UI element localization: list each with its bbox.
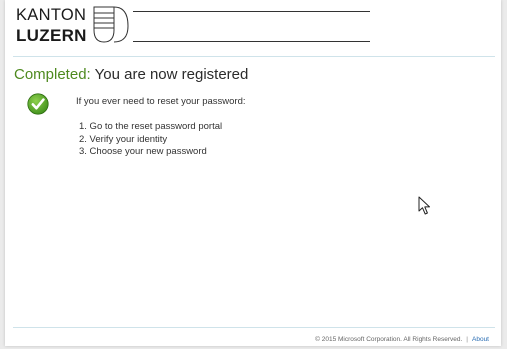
page-title: Completed: You are now registered	[14, 66, 248, 83]
reset-steps-list: 1. Go to the reset password portal 2. Ve…	[79, 121, 222, 159]
footer-divider	[13, 327, 495, 328]
registration-card: KANTON LUZERN Completed: You are now reg…	[5, 0, 501, 346]
header-divider	[13, 56, 495, 57]
logo-rule-top	[133, 11, 370, 12]
check-circle-icon	[27, 93, 49, 115]
status-message: You are now registered	[94, 66, 249, 83]
mouse-pointer-icon	[418, 196, 430, 215]
list-item: 1. Go to the reset password portal	[79, 121, 223, 132]
logo-line-luzern: LUZERN	[16, 26, 87, 45]
copyright-text: © 2015 Microsoft Corporation. All Rights…	[315, 336, 463, 343]
crest-icon	[93, 6, 129, 43]
list-item: 3. Choose your new password	[79, 146, 207, 157]
list-item: 2. Verify your identity	[79, 133, 168, 145]
about-link[interactable]: About	[472, 336, 489, 343]
status-label: Completed:	[14, 66, 91, 83]
logo-rule-bottom	[133, 41, 370, 42]
footer-separator: |	[466, 336, 468, 343]
kanton-luzern-logo: KANTON LUZERN	[16, 6, 376, 46]
logo-line-kanton: KANTON	[16, 6, 87, 24]
footer: © 2015 Microsoft Corporation. All Rights…	[315, 336, 489, 343]
reset-intro-text: If you ever need to reset your password:	[76, 96, 246, 107]
